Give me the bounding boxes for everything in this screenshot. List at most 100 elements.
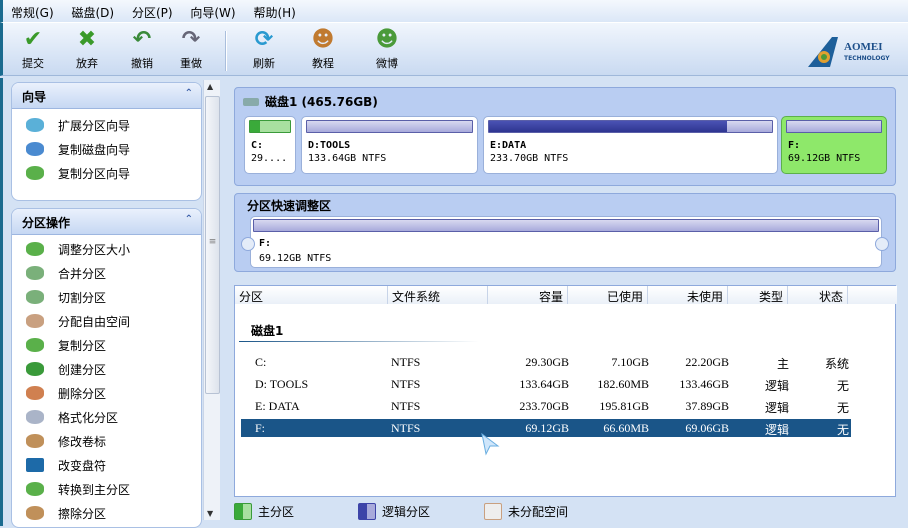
aomei-logo: AOMEI TECHNOLOGY [808, 35, 896, 69]
toolbar-separator [225, 31, 227, 71]
x-icon: ✖ [77, 27, 97, 52]
scroll-down-icon[interactable]: ▼ [207, 509, 213, 518]
cell-unused: 69.06GB [685, 421, 729, 435]
menu-general[interactable]: 常规(G) [11, 0, 54, 21]
left-scrollbar[interactable]: ▲ ≡ ▼ [203, 80, 220, 520]
undo-icon: ↶ [132, 27, 152, 52]
left-pane: 向导 ⌃ 扩展分区向导 复制磁盘向导 复制分区向导 分区操作 ⌃ 调整分区大小 合并… [0, 78, 225, 528]
convert-icon [26, 482, 44, 496]
table-row[interactable]: E: DATA NTFS 233.70GB 195.81GB 37.89GB 逻辑 无 [241, 397, 851, 415]
cell-partition: E: DATA [255, 399, 300, 413]
people-search-icon: ☻ [311, 27, 335, 52]
resize-handle-right[interactable] [875, 237, 889, 251]
split-icon [26, 290, 44, 304]
usage-fill [250, 121, 260, 132]
toolbar: ✔ 提交 ✖ 放弃 ↶ 撤销 ↷ 重做 ⟳ 刷新 ☻ 教程 ☻ 微博 AOMEI TECHNO… [0, 22, 908, 76]
menu-bar: 常规(G) 磁盘(D) 分区(P) 向导(W) 帮助(H) [0, 0, 908, 22]
scroll-thumb[interactable]: ≡ [205, 96, 220, 394]
redo-icon: ↷ [181, 27, 201, 52]
cell-type: 逻辑 [764, 379, 789, 393]
col-filler [848, 286, 897, 304]
partition-block-e[interactable]: E:DATA 233.70GB NTFS [483, 116, 778, 174]
disk-group-label: 磁盘1 [251, 324, 284, 338]
wizard-copy-partition[interactable]: 复制分区向导 [12, 161, 201, 185]
refresh-button[interactable]: ⟳ 刷新 [244, 27, 284, 71]
partition-ops-section: 分区操作 ⌃ 调整分区大小 合并分区 切割分区 分配自由空间 复制分区 创建分区 … [11, 208, 202, 528]
op-resize[interactable]: 调整分区大小 [12, 237, 201, 261]
op-create-partition[interactable]: 创建分区 [12, 357, 201, 381]
cell-filesystem: NTFS [391, 421, 421, 435]
wipe-icon [26, 506, 44, 520]
cell-type: 主 [776, 357, 789, 371]
menu-partition[interactable]: 分区(P) [132, 0, 173, 21]
partition-block-d[interactable]: D:TOOLS 133.64GB NTFS [301, 116, 478, 174]
table-row-selected[interactable]: F: NTFS 69.12GB 66.60MB 69.06GB 逻辑 无 [241, 419, 851, 437]
plus-icon [26, 362, 44, 376]
allocate-icon [26, 314, 44, 328]
op-merge[interactable]: 合并分区 [12, 261, 201, 285]
cell-unused: 133.46GB [679, 377, 729, 391]
col-filesystem[interactable]: 文件系统 [388, 286, 488, 304]
refresh-icon: ⟳ [254, 27, 274, 52]
op-allocate-free-space[interactable]: 分配自由空间 [12, 309, 201, 333]
col-type[interactable]: 类型 [728, 286, 788, 304]
cell-status: 系统 [824, 357, 849, 371]
op-split[interactable]: 切割分区 [12, 285, 201, 309]
op-convert-primary[interactable]: 转换到主分区 [12, 477, 201, 501]
cell-partition: D: TOOLS [255, 377, 309, 391]
menu-wizard[interactable]: 向导(W) [190, 0, 235, 21]
extend-icon [26, 118, 44, 132]
wizard-copy-disk[interactable]: 复制磁盘向导 [12, 137, 201, 161]
commit-button[interactable]: ✔ 提交 [13, 27, 53, 71]
op-copy-partition[interactable]: 复制分区 [12, 333, 201, 357]
cell-status: 无 [836, 423, 849, 437]
menu-help[interactable]: 帮助(H) [253, 0, 295, 21]
copy-icon [26, 338, 44, 352]
table-row[interactable]: C: NTFS 29.30GB 7.10GB 22.20GB 主 系统 [241, 353, 851, 371]
resize-handle-left[interactable] [241, 237, 255, 251]
logo-mark-icon [808, 37, 838, 67]
cell-used: 182.60MB [597, 377, 649, 391]
col-status[interactable]: 状态 [788, 286, 848, 304]
menu-disk[interactable]: 磁盘(D) [72, 0, 115, 21]
op-format-partition[interactable]: 格式化分区 [12, 405, 201, 429]
partition-block-c[interactable]: C: 29.... [244, 116, 296, 174]
col-partition[interactable]: 分区 [235, 286, 388, 304]
copy-disk-icon [26, 142, 44, 156]
cell-used: 195.81GB [599, 399, 649, 413]
op-wipe-partition[interactable]: 擦除分区 [12, 501, 201, 525]
cell-capacity: 133.64GB [519, 377, 569, 391]
discard-button[interactable]: ✖ 放弃 [67, 27, 107, 71]
partition-block-f-selected[interactable]: F: 69.12GB NTFS [781, 116, 887, 174]
redo-button[interactable]: ↷ 重做 [171, 27, 211, 71]
collapse-icon[interactable]: ⌃ [185, 88, 193, 99]
wizard-header[interactable]: 向导 ⌃ [12, 83, 201, 109]
op-delete-partition[interactable]: 删除分区 [12, 381, 201, 405]
merge-icon [26, 266, 44, 280]
col-unused[interactable]: 未使用 [648, 286, 728, 304]
table-row[interactable]: D: TOOLS NTFS 133.64GB 182.60MB 133.46GB 逻辑 无 [241, 375, 851, 393]
tutorial-button[interactable]: ☻ 教程 [303, 27, 343, 71]
quick-adjust-panel: 分区快速调整区 F: 69.12GB NTFS [234, 193, 896, 272]
op-change-label[interactable]: 修改卷标 [12, 429, 201, 453]
col-capacity[interactable]: 容量 [488, 286, 568, 304]
primary-swatch-icon [234, 503, 252, 520]
op-change-drive-letter[interactable]: 改变盘符 [12, 453, 201, 477]
cell-partition: F: [255, 421, 266, 435]
partition-ops-header[interactable]: 分区操作 ⌃ [12, 209, 201, 235]
usage-fill [489, 121, 727, 132]
collapse-icon[interactable]: ⌃ [185, 214, 193, 225]
scroll-up-icon[interactable]: ▲ [207, 82, 213, 91]
cell-type: 逻辑 [764, 401, 789, 415]
wizard-extend-partition[interactable]: 扩展分区向导 [12, 113, 201, 137]
undo-button[interactable]: ↶ 撤销 [122, 27, 162, 71]
col-used[interactable]: 已使用 [568, 286, 648, 304]
partition-table: 分区 文件系统 容量 已使用 未使用 类型 状态 磁盘1 C: NTFS 29.30… [234, 285, 897, 497]
weibo-button[interactable]: ☻ 微博 [367, 27, 407, 71]
quick-adjust-partition[interactable]: F: 69.12GB NTFS [250, 216, 882, 268]
group-divider [239, 341, 479, 342]
legend-logical: 逻辑分区 [358, 503, 430, 520]
disk-title: 磁盘1 (465.76GB) [265, 95, 378, 109]
cell-unused: 37.89GB [685, 399, 729, 413]
copy-partition-icon [26, 166, 44, 180]
